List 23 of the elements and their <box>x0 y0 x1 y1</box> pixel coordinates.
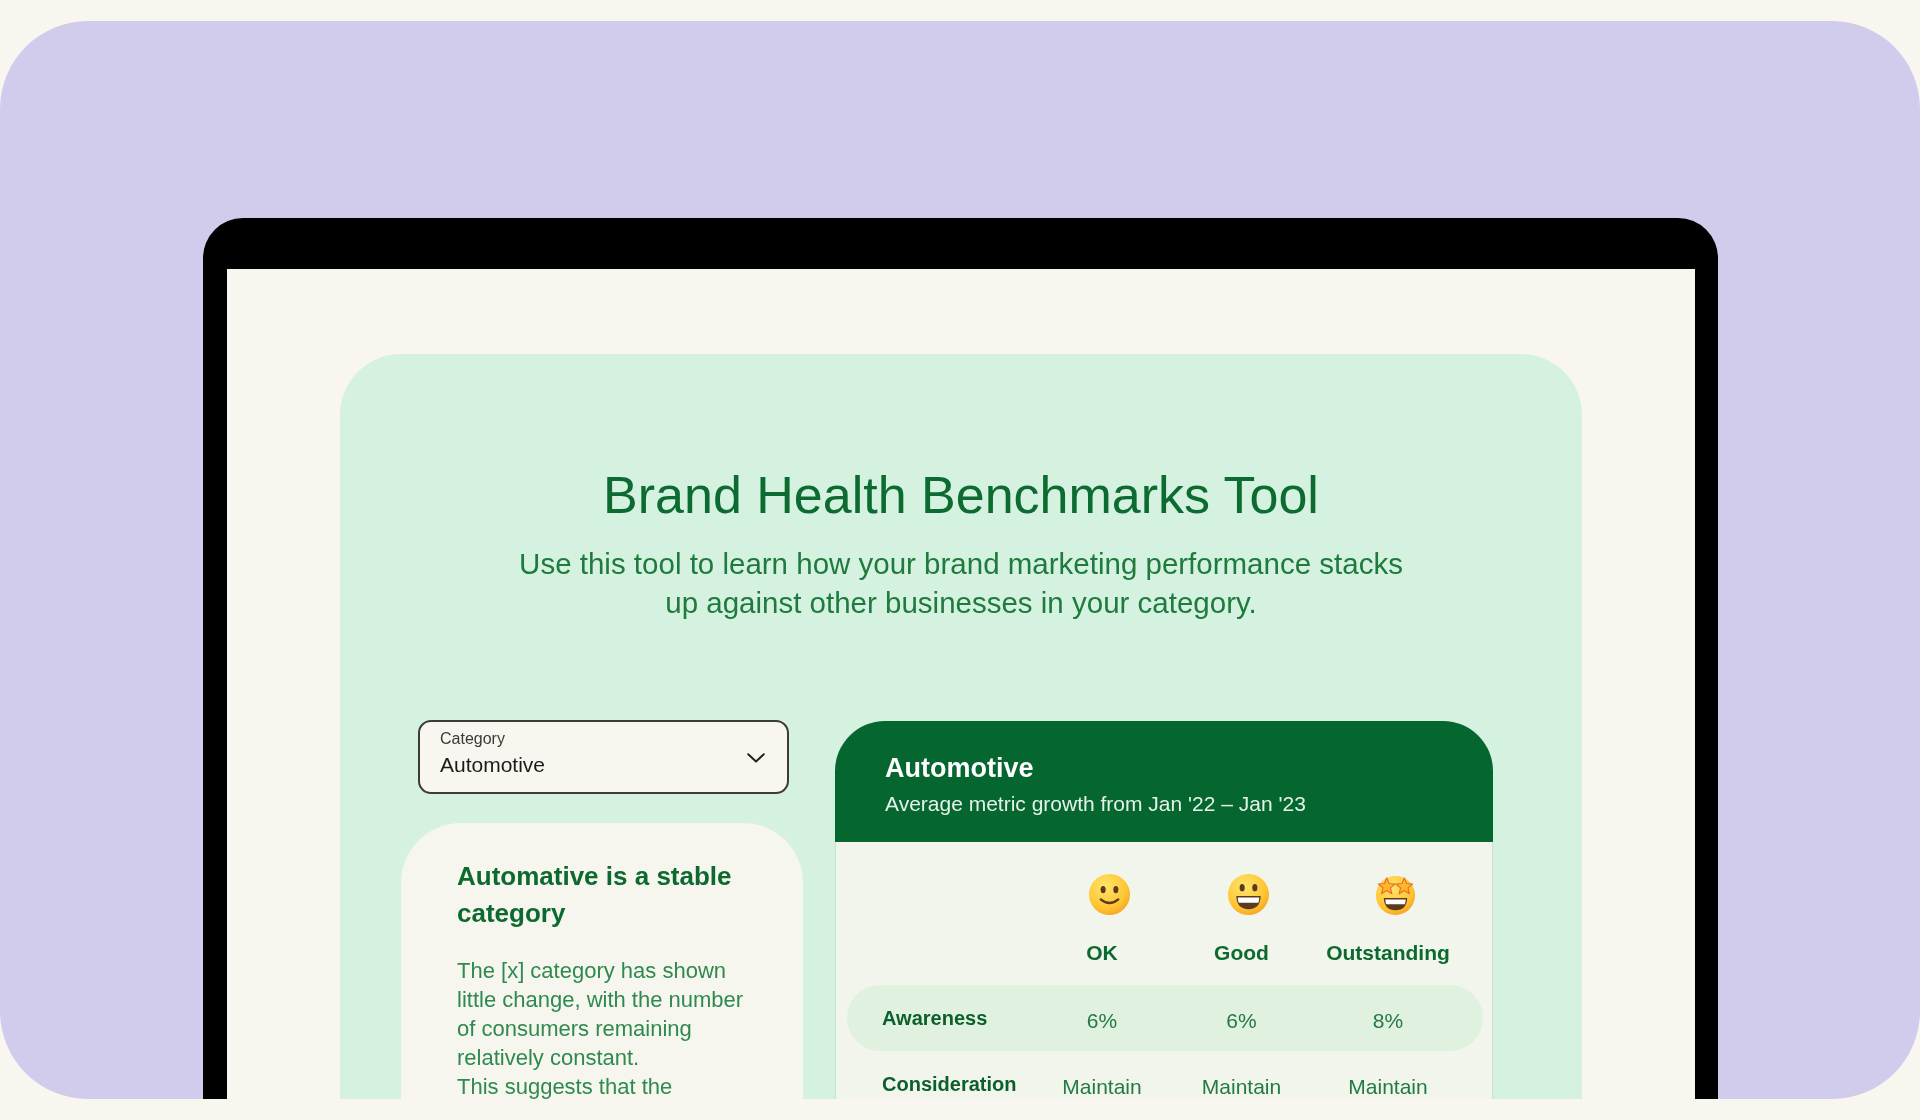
page-title: Brand Health Benchmarks Tool <box>603 465 1319 526</box>
table-cell-text: Maintain <box>1347 1074 1429 1099</box>
column-header: Outstanding <box>1326 940 1450 966</box>
page-subtitle: Use this tool to learn how your brand marketing performance stacks up against other businesses in your category. <box>518 546 1404 621</box>
column-header: OK <box>1086 940 1118 966</box>
table-cell-text: Maintain <box>1200 1074 1283 1099</box>
summary-text: This suggests that the <box>457 1073 674 1099</box>
table-cell-text: 8% <box>1371 1008 1405 1034</box>
summary-text: The [x] category has shown little change, with the number of consumers remaining relatively constant. <box>457 957 745 1072</box>
grinning-face-icon <box>1227 873 1270 916</box>
category-select[interactable]: Category Automotive <box>418 720 789 794</box>
column-header: Good <box>1214 940 1269 966</box>
summary-heading: Automative is a stable category <box>457 860 733 930</box>
row-header: Consideration <box>881 1072 1018 1097</box>
table-cell-text: Maintain <box>1061 1074 1143 1099</box>
card-title: Automotive <box>885 752 1035 785</box>
star-eyed-face-icon <box>1373 873 1417 916</box>
slightly-smiling-face-icon <box>1087 873 1131 916</box>
table-cell-text: 6% <box>1225 1008 1258 1034</box>
chevron-down-icon <box>747 753 765 763</box>
row-header: Awareness <box>881 1006 989 1031</box>
card-subtitle: Average metric growth from Jan '22 – Jan '23 <box>885 791 1307 817</box>
table-cell-text: 6% <box>1085 1008 1119 1034</box>
